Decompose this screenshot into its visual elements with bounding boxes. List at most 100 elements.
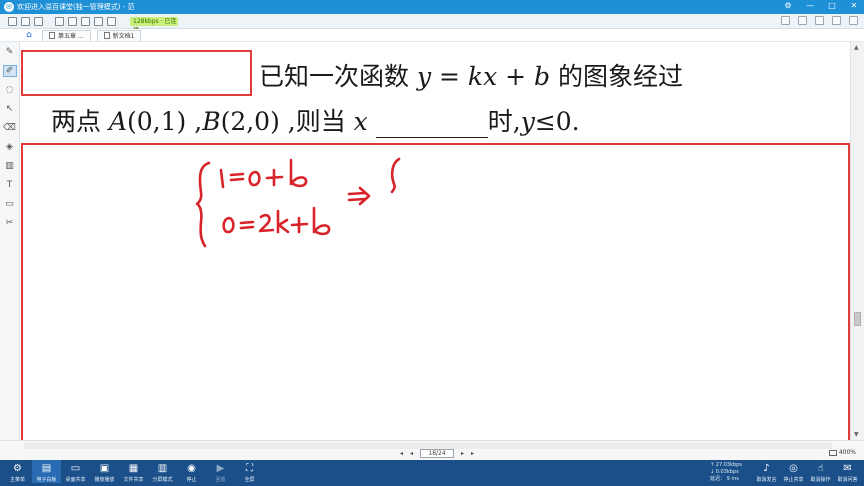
close-icon[interactable]: ✕ (848, 1, 860, 10)
first-page-icon[interactable]: ◂ (400, 450, 403, 457)
lasso-icon[interactable]: ◌ (3, 84, 17, 96)
ink-plus (265, 168, 284, 187)
taskbar-label: 主菜单 (9, 477, 25, 483)
taskbar-label: 文件共享 (123, 477, 144, 483)
prev-page-icon[interactable]: ◂ (410, 450, 413, 457)
cancel-speak-button[interactable]: ♪ 取消发言 (753, 460, 780, 483)
file-grid-icon: ▦ (128, 463, 139, 474)
brace-stroke (195, 161, 211, 248)
taskbar-label: 播放播放 (94, 477, 115, 483)
tab-chapter[interactable]: 第五章 ... (42, 29, 91, 41)
save-icon[interactable] (34, 16, 43, 26)
tab-new-document[interactable]: 新文档1 (96, 29, 142, 41)
bottom-taskbar: ⚙ 主菜单 ▤ 电子白板 ▭ 桌面共享 ▣ 播放播放 ▦ 文件共享 ▥ 分屏模式… (0, 460, 864, 486)
zoom-indicator[interactable]: 400% (828, 449, 856, 456)
zoom-value: 400% (838, 449, 856, 456)
delete-icon[interactable]: ▥ (3, 160, 17, 172)
taskbar-label: 全屏 (244, 477, 255, 483)
upload-rate: ↑ 27.03kbps (710, 462, 742, 468)
cancel-operate-button[interactable]: ☝ 取消操作 (807, 460, 834, 483)
desktop-share-button[interactable]: ▭ 桌面共享 (61, 460, 90, 483)
pen-icon[interactable]: ✎ (3, 46, 17, 58)
taskbar-right-group: ♪ 取消发言 ◎ 停止共享 ☝ 取消操作 ✉ 取消问答 (753, 460, 861, 483)
stop-share-button[interactable]: ◎ 停止共享 (780, 460, 807, 483)
share-icon: ◎ (789, 463, 798, 474)
highlighter-icon[interactable]: ✐ (2, 65, 17, 77)
prev-page-icon[interactable] (781, 16, 790, 25)
title-bar: ✉ 欢迎进入溢百课堂(独一管理模式) - 范 ⚙ — □ ✕ (0, 0, 864, 14)
settings-icon[interactable] (107, 16, 116, 26)
ink-plus-2 (290, 216, 309, 234)
ink-equals-2 (239, 220, 255, 230)
list-icon[interactable] (55, 16, 64, 26)
page-number-input[interactable]: 18/24 (420, 449, 455, 458)
minimize-icon[interactable]: — (804, 1, 816, 10)
play-screen-icon: ▣ (99, 463, 110, 474)
media-play-button[interactable]: ▣ 播放播放 (90, 460, 119, 483)
expand-icon[interactable] (832, 16, 841, 25)
taskbar-label: 停止 (186, 477, 197, 483)
whiteboard-canvas[interactable]: 已知一次函数 y = kx + b 的图象经过 两点 A(0,1) ,B(2,0… (21, 42, 850, 443)
ink-b (289, 158, 308, 188)
image-icon[interactable] (81, 16, 90, 26)
taskbar-label: 取消发言 (756, 477, 777, 483)
stop-button[interactable]: ◉ 停止 (177, 460, 206, 483)
refresh-icon[interactable] (815, 16, 824, 25)
playback-button[interactable]: ▶ 回放 (206, 460, 235, 483)
taskbar-label: 取消问答 (837, 477, 858, 483)
next-page-icon[interactable]: ▸ (461, 450, 464, 457)
tab-bar: ⌂ 第五章 ... 新文档1 (0, 29, 864, 42)
new-file-icon[interactable] (8, 16, 17, 26)
chat-icon: ✉ (843, 463, 852, 474)
text-tool-icon[interactable]: T (3, 179, 17, 191)
open-icon[interactable] (21, 16, 30, 26)
taskbar-label: 取消操作 (810, 477, 831, 483)
home-icon[interactable] (94, 16, 103, 26)
scroll-up-icon[interactable]: ▲ (854, 44, 859, 51)
print-icon[interactable] (68, 16, 77, 26)
pager: ◂ ◂ 18/24 ▸ ▸ (400, 449, 474, 458)
whiteboard-icon: ▤ (41, 463, 52, 474)
page-navigation-bar: ◂ ◂ 18/24 ▸ ▸ 400% (0, 440, 864, 460)
app-window: ✉ 欢迎进入溢百课堂(独一管理模式) - 范 ⚙ — □ ✕ 128kbps ·… (0, 0, 864, 486)
eraser-icon[interactable]: ⌫ (3, 122, 17, 134)
window-controls: ⚙ — □ ✕ (782, 1, 860, 10)
picture-icon[interactable]: ▭ (3, 198, 17, 210)
document-icon (49, 32, 55, 39)
vertical-scrollbar[interactable]: ▲ ▼ (850, 42, 864, 440)
split-screen-button[interactable]: ▥ 分屏模式 (148, 460, 177, 483)
window-title: 欢迎进入溢百课堂(独一管理模式) - 范 (17, 3, 135, 11)
handwriting-layer (195, 157, 401, 248)
ink-one (219, 168, 225, 189)
pointer-icon[interactable]: ↖ (3, 103, 17, 115)
zoom-icon (828, 449, 837, 456)
main-menu-button[interactable]: ⚙ 主菜单 (3, 460, 32, 483)
fill-icon[interactable]: ◈ (3, 141, 17, 153)
file-share-button[interactable]: ▦ 文件共享 (119, 460, 148, 483)
network-stats: ↑ 27.03kbps ↓ 0.03kbps 延迟： 9 ms (710, 462, 742, 483)
app-logo-icon: ✉ (4, 2, 14, 12)
cancel-qa-button[interactable]: ✉ 取消问答 (834, 460, 861, 483)
fullscreen-icon[interactable] (849, 16, 858, 25)
ink-zero (248, 170, 261, 187)
scissors-icon[interactable]: ✂ (3, 217, 17, 229)
ink-brace-start (390, 157, 401, 194)
ink-zero-2 (222, 216, 235, 234)
toolbar-right (781, 16, 858, 25)
toolbar: 128kbps · 已连接 (0, 14, 864, 34)
latency: 延迟： 9 ms (710, 476, 739, 482)
taskbar-label: 停止共享 (783, 477, 804, 483)
scroll-thumb[interactable] (854, 312, 861, 326)
next-page-icon[interactable] (798, 16, 807, 25)
home-tab-icon[interactable]: ⌂ (22, 29, 36, 42)
settings-icon[interactable]: ⚙ (782, 1, 794, 10)
taskbar-label: 回放 (215, 477, 226, 483)
whiteboard-button[interactable]: ▤ 电子白板 (32, 460, 61, 483)
fullscreen-button[interactable]: ⛶ 全屏 (235, 460, 264, 483)
last-page-icon[interactable]: ▸ (471, 450, 474, 457)
stop-icon: ◉ (187, 463, 196, 474)
maximize-icon[interactable]: □ (826, 1, 838, 10)
connection-badge: 128kbps · 已连接 (130, 16, 178, 34)
ink-implies (347, 186, 371, 206)
scroll-down-icon[interactable]: ▼ (854, 431, 859, 438)
